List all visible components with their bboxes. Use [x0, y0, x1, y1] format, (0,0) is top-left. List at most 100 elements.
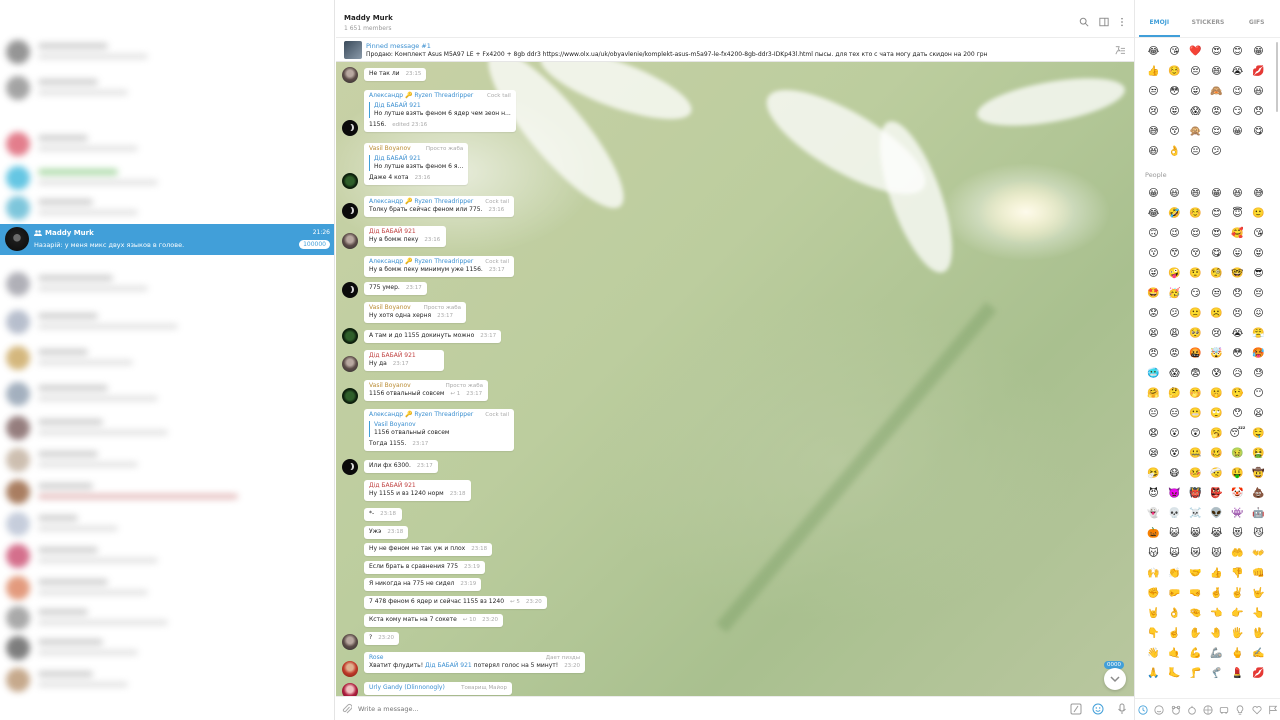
- message-bubble[interactable]: Ужэ 23:18: [364, 526, 409, 539]
- message-bubble[interactable]: Если брать в сравнения 775 23:19: [364, 561, 485, 574]
- pinned-list-icon[interactable]: [1114, 45, 1126, 55]
- chat-list-item-blurred[interactable]: [0, 266, 334, 302]
- emoji-item[interactable]: 😛: [1227, 244, 1248, 264]
- emoji-item[interactable]: 😋: [1248, 122, 1269, 142]
- reply-quote[interactable]: Vasil Boyanov 1156 отвальный совсем: [369, 421, 509, 437]
- message-bubble[interactable]: Urly Gandy (Dlinnonogly) Товарищ Майор: [364, 682, 512, 695]
- emoji-item[interactable]: 😍: [1206, 42, 1227, 62]
- emoji-item[interactable]: 😥: [1227, 364, 1248, 384]
- reply-quote[interactable]: Дід БАБАЙ 921 Но лутше взять феном 6 я...: [369, 155, 463, 171]
- sender-avatar[interactable]: [342, 356, 358, 372]
- food-category-icon[interactable]: [1187, 705, 1197, 715]
- emoji-item[interactable]: 👿: [1164, 484, 1185, 504]
- emoji-item[interactable]: 😺: [1164, 524, 1185, 544]
- emoji-item[interactable]: 😲: [1185, 424, 1206, 444]
- emoji-item[interactable]: 👍: [1143, 62, 1164, 82]
- message-list[interactable]: Не так ли 23:15 Александр 🔑 Ryzen Threadri…: [336, 62, 1134, 696]
- message-bubble[interactable]: Vasil Boyanov Просто жаба Дід БАБАЙ 921 Но …: [364, 143, 469, 185]
- emoji-item[interactable]: 🥳: [1164, 284, 1185, 304]
- emoji-item[interactable]: ✋: [1185, 624, 1206, 644]
- emoji-item[interactable]: ✊: [1143, 584, 1164, 604]
- emoji-item[interactable]: 🤭: [1185, 384, 1206, 404]
- objects-category-icon[interactable]: [1235, 704, 1245, 715]
- emoji-item[interactable]: 😞: [1248, 102, 1269, 122]
- mention-link[interactable]: Дід БАБАЙ 921: [425, 662, 472, 669]
- emoji-item[interactable]: 👆: [1248, 604, 1269, 624]
- emoji-item[interactable]: 😀: [1227, 122, 1248, 142]
- message-bubble[interactable]: Дід БАБАЙ 921 Ну да 23:17: [364, 350, 444, 371]
- emoji-item[interactable]: 😾: [1206, 544, 1227, 564]
- emoji-item[interactable]: 👐: [1248, 544, 1269, 564]
- emoji-item[interactable]: 👉: [1227, 604, 1248, 624]
- emoji-item[interactable]: 🤏: [1185, 604, 1206, 624]
- chat-list-item-blurred[interactable]: [0, 126, 334, 162]
- emoji-item[interactable]: 😮: [1164, 424, 1185, 444]
- emoji-item[interactable]: 🤧: [1143, 464, 1164, 484]
- emoji-item[interactable]: 💋: [1248, 664, 1269, 684]
- chat-list-item-blurred[interactable]: [0, 340, 334, 376]
- emoji-item[interactable]: 🤛: [1164, 584, 1185, 604]
- emoji-item[interactable]: 👇: [1143, 624, 1164, 644]
- sender-avatar[interactable]: [342, 459, 358, 475]
- message-bubble[interactable]: *- 23:18: [364, 508, 402, 521]
- emoji-item[interactable]: 🙄: [1206, 404, 1227, 424]
- emoji-item[interactable]: 👾: [1227, 504, 1248, 524]
- emoji-item[interactable]: 😳: [1227, 344, 1248, 364]
- emoji-item[interactable]: 💩: [1248, 484, 1269, 504]
- emoji-item[interactable]: 😄: [1206, 62, 1227, 82]
- emoji-item[interactable]: 🤕: [1206, 464, 1227, 484]
- emoji-item[interactable]: 😒: [1143, 82, 1164, 102]
- emoji-item[interactable]: 💄: [1227, 664, 1248, 684]
- sender-avatar[interactable]: [342, 67, 358, 83]
- emoji-item[interactable]: 🤲: [1227, 544, 1248, 564]
- emoji-item[interactable]: 😡: [1164, 344, 1185, 364]
- emoji-item[interactable]: 😁: [1206, 184, 1227, 204]
- emoji-item[interactable]: 😡: [1206, 102, 1227, 122]
- sender-avatar[interactable]: [342, 120, 358, 136]
- emoji-item[interactable]: 🤘: [1143, 604, 1164, 624]
- emoji-item[interactable]: 👊: [1248, 564, 1269, 584]
- emoji-item[interactable]: 😉: [1164, 224, 1185, 244]
- emoji-item[interactable]: 🤩: [1143, 284, 1164, 304]
- activity-category-icon[interactable]: [1203, 704, 1213, 715]
- emoji-item[interactable]: 👻: [1143, 504, 1164, 524]
- emoji-item[interactable]: ❤️: [1185, 42, 1206, 62]
- reply-count[interactable]: ↩ 1: [450, 391, 460, 397]
- message-sender[interactable]: Дід БАБАЙ 921: [369, 352, 439, 360]
- emoji-item[interactable]: 🤟: [1248, 584, 1269, 604]
- emoji-item[interactable]: 🥵: [1248, 344, 1269, 364]
- emoji-item[interactable]: 😒: [1206, 284, 1227, 304]
- emoji-item[interactable]: 🤒: [1185, 464, 1206, 484]
- emoji-item[interactable]: 😞: [1227, 284, 1248, 304]
- emoji-item[interactable]: 😽: [1143, 544, 1164, 564]
- emoji-item[interactable]: 😗: [1143, 244, 1164, 264]
- sender-avatar[interactable]: [342, 328, 358, 344]
- emoji-item[interactable]: 😃: [1248, 82, 1269, 102]
- emoji-item[interactable]: 🥰: [1227, 224, 1248, 244]
- emoji-item[interactable]: 🙈: [1206, 82, 1227, 102]
- emoji-item[interactable]: 👌: [1164, 604, 1185, 624]
- more-menu-icon[interactable]: [1117, 17, 1127, 27]
- emoji-item[interactable]: 😐: [1185, 142, 1206, 162]
- message-bubble[interactable]: Vasil Boyanov Просто жаба Ну хотя одна хер…: [364, 302, 466, 323]
- emoji-item[interactable]: ☺️: [1164, 62, 1185, 82]
- message-bubble[interactable]: ? 23:20: [364, 632, 400, 645]
- emoji-item[interactable]: 😜: [1143, 264, 1164, 284]
- emoji-item[interactable]: 🤪: [1164, 264, 1185, 284]
- message-bubble[interactable]: Rose Дает пизды Хватит флудить! Дід БАБАЙ …: [364, 652, 586, 673]
- emoji-item[interactable]: 😊: [1227, 42, 1248, 62]
- emoji-item[interactable]: 🙀: [1164, 544, 1185, 564]
- emoji-scrollbar[interactable]: [1276, 42, 1278, 112]
- emoji-item[interactable]: 🧐: [1206, 264, 1227, 284]
- travel-category-icon[interactable]: [1219, 705, 1229, 715]
- sender-avatar[interactable]: [342, 683, 358, 696]
- emoji-item[interactable]: 😦: [1248, 404, 1269, 424]
- emoji-item[interactable]: 🖖: [1248, 624, 1269, 644]
- emoji-item[interactable]: 😅: [1248, 184, 1269, 204]
- emoji-item[interactable]: 👌: [1164, 142, 1185, 162]
- emoji-item[interactable]: 🙃: [1143, 224, 1164, 244]
- emoji-item[interactable]: 🤜: [1185, 584, 1206, 604]
- emoji-item[interactable]: 😊: [1206, 204, 1227, 224]
- emoji-item[interactable]: 😂: [1143, 204, 1164, 224]
- emoji-item[interactable]: 🤢: [1227, 444, 1248, 464]
